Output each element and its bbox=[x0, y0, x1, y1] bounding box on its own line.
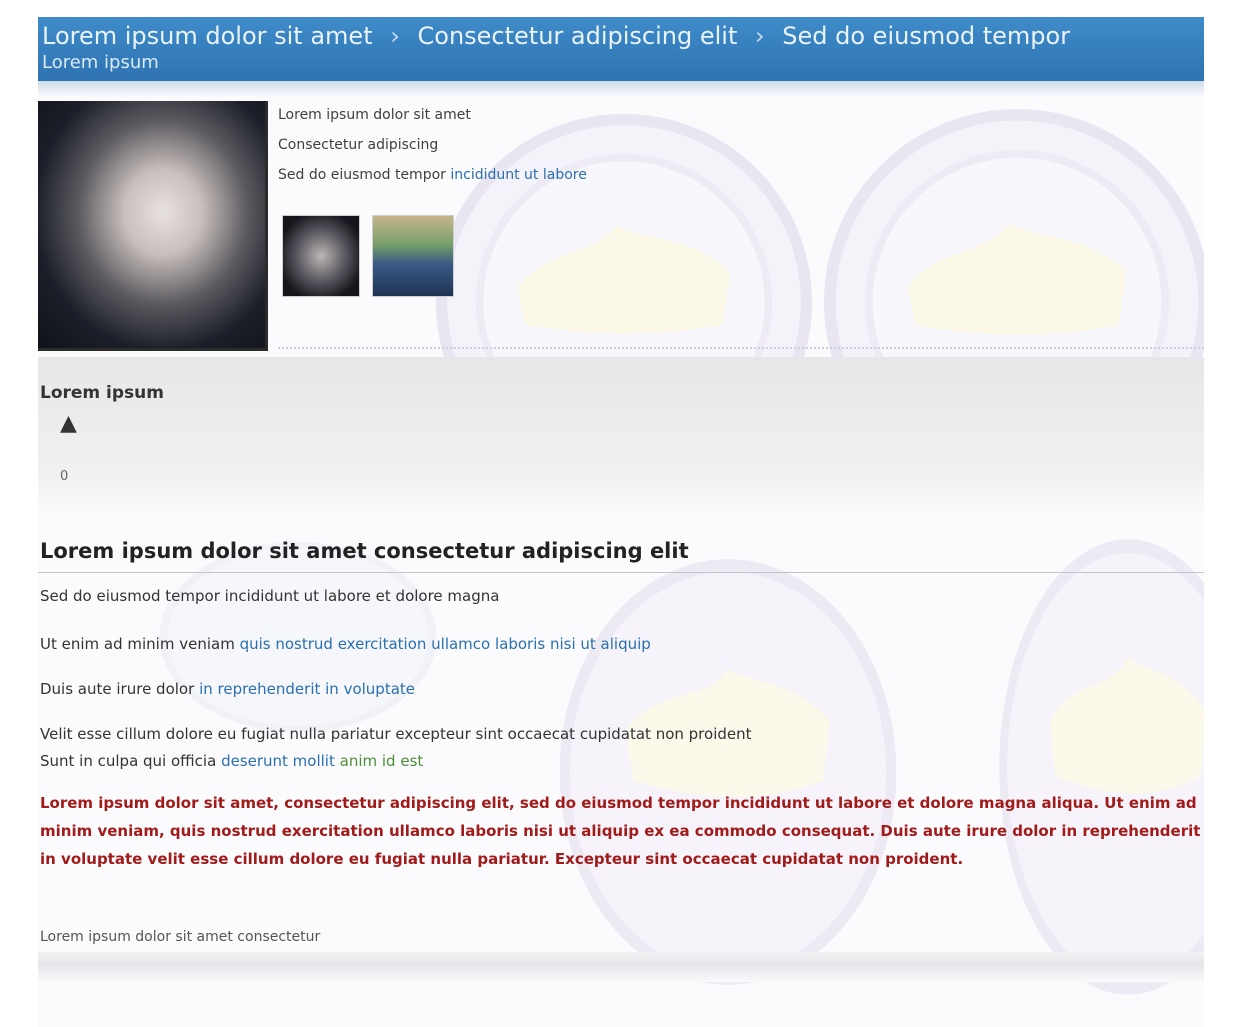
detail-link[interactable]: quis nostrud exercitation ullamco labori… bbox=[240, 635, 651, 653]
header-shadow bbox=[38, 81, 1204, 97]
profile-info-link[interactable]: incididunt ut labore bbox=[450, 167, 587, 183]
profile-photo[interactable] bbox=[38, 101, 268, 351]
vote-up-icon[interactable]: ▲ bbox=[60, 411, 77, 436]
detail-text: Sunt in culpa qui officia bbox=[40, 752, 217, 770]
detail-text: Ut enim ad minim veniam bbox=[40, 635, 235, 653]
breadcrumb-item[interactable]: Consectetur adipiscing elit bbox=[418, 17, 738, 55]
rating-label: Lorem ipsum bbox=[40, 383, 164, 403]
detail-row: Velit esse cillum dolore eu fugiat nulla… bbox=[40, 725, 752, 743]
watermark-emblem bbox=[558, 557, 898, 987]
watermark-emblem bbox=[998, 537, 1204, 997]
divider bbox=[38, 572, 1204, 573]
divider bbox=[278, 347, 1204, 349]
profile-info-line: Sed do eiusmod tempor incididunt ut labo… bbox=[278, 167, 587, 183]
photo-thumbnail[interactable] bbox=[282, 215, 360, 297]
detail-link[interactable]: in reprehenderit in voluptate bbox=[199, 680, 415, 698]
rating-panel bbox=[38, 357, 1204, 517]
breadcrumb-item[interactable]: Sed do eiusmod tempor bbox=[782, 17, 1070, 55]
detail-link[interactable]: deserunt mollit bbox=[221, 752, 335, 770]
detail-text: Duis aute irure dolor bbox=[40, 680, 195, 698]
breadcrumb-item[interactable]: Lorem ipsum dolor sit amet bbox=[42, 17, 373, 55]
breadcrumb-separator: › bbox=[755, 22, 765, 50]
profile-info-text: Sed do eiusmod tempor bbox=[278, 167, 446, 183]
warning-text: Lorem ipsum dolor sit amet, consectetur … bbox=[40, 794, 1201, 868]
detail-link-secondary[interactable]: anim id est bbox=[340, 752, 424, 770]
detail-row: Ut enim ad minim veniam quis nostrud exe… bbox=[40, 635, 651, 653]
breadcrumb-bar: Lorem ipsum dolor sit amet › Consectetur… bbox=[38, 17, 1204, 81]
record-title: Lorem ipsum dolor sit amet consectetur a… bbox=[40, 539, 689, 563]
profile-info-line: Consectetur adipiscing bbox=[278, 137, 439, 153]
detail-row: Duis aute irure dolor in reprehenderit i… bbox=[40, 680, 415, 698]
detail-row: Sed do eiusmod tempor incididunt ut labo… bbox=[40, 587, 500, 605]
detail-row: Sunt in culpa qui officia deserunt molli… bbox=[40, 752, 423, 770]
breadcrumb-separator: › bbox=[390, 22, 400, 50]
photo-thumbnail[interactable] bbox=[372, 215, 454, 297]
footer-text: Lorem ipsum dolor sit amet consectetur bbox=[40, 929, 321, 945]
page: Lorem ipsum dolor sit amet › Consectetur… bbox=[38, 17, 1204, 1027]
breadcrumb-subtitle[interactable]: Lorem ipsum bbox=[42, 51, 159, 75]
profile-info-line: Lorem ipsum dolor sit amet bbox=[278, 107, 471, 123]
rating-count: 0 bbox=[60, 469, 69, 484]
footer-band bbox=[38, 952, 1204, 982]
